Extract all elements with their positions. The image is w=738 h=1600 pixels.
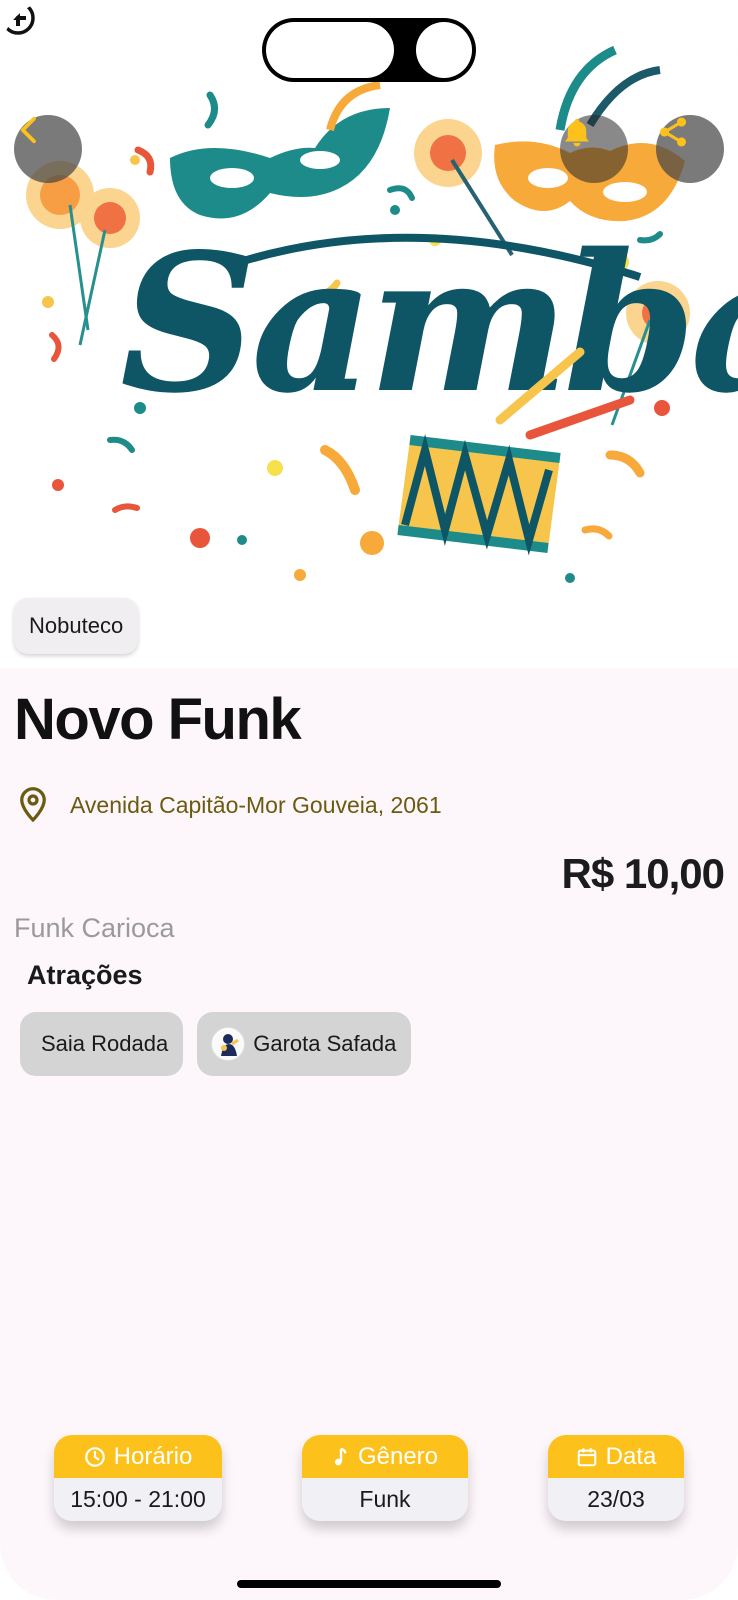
clock-icon xyxy=(84,1446,105,1467)
attraction-name: Garota Safada xyxy=(253,1031,397,1056)
attraction-chip[interactable]: Saia Rodada xyxy=(20,1012,184,1076)
plus-circle-icon[interactable] xyxy=(0,0,36,36)
genre-card: Gênero Funk xyxy=(302,1435,468,1521)
genre-value: Funk xyxy=(359,1486,411,1512)
time-value: 15:00 - 21:00 xyxy=(70,1486,206,1512)
genre-label: Gênero xyxy=(357,1442,439,1470)
time-card: Horário 15:00 - 21:00 xyxy=(54,1435,222,1521)
time-label: Horário xyxy=(113,1442,193,1470)
music-note-icon xyxy=(334,1447,347,1465)
map-pin-icon xyxy=(20,787,46,823)
share-icon xyxy=(659,117,687,147)
time-card-header: Horário xyxy=(54,1435,222,1478)
attraction-chip[interactable]: Garota Safada xyxy=(197,1012,412,1076)
event-banner: Samba xyxy=(0,0,738,668)
home-indicator[interactable] xyxy=(237,1580,501,1588)
event-title: Novo Funk xyxy=(14,687,302,752)
date-card-header: Data xyxy=(548,1435,684,1478)
event-details-screen: Samba xyxy=(0,0,738,1600)
event-genre: Funk Carioca xyxy=(14,913,175,943)
address-text: Avenida Capitão-Mor Gouveia, 2061 xyxy=(70,791,442,818)
date-card: Data 23/03 xyxy=(548,1435,684,1521)
date-value: 23/03 xyxy=(587,1486,645,1512)
notify-button[interactable] xyxy=(560,115,628,183)
back-button[interactable] xyxy=(14,115,82,183)
camera-island xyxy=(262,18,476,82)
calendar-icon xyxy=(577,1447,596,1466)
genre-card-header: Gênero xyxy=(302,1435,468,1478)
samba-illustration: Samba xyxy=(26,45,738,583)
share-button[interactable] xyxy=(656,115,724,183)
bell-icon xyxy=(564,118,590,147)
avatar xyxy=(211,1027,246,1061)
address-row[interactable]: Avenida Capitão-Mor Gouveia, 2061 xyxy=(18,786,442,824)
chevron-left-icon xyxy=(20,116,36,144)
venue-name: Nobuteco xyxy=(29,613,124,638)
attractions-title: Atrações xyxy=(27,960,143,990)
attractions-list: Saia Rodada Garota Safada xyxy=(20,1012,412,1076)
event-price: R$ 10,00 xyxy=(561,850,725,897)
svg-text:Samba: Samba xyxy=(120,212,738,435)
venue-chip[interactable]: Nobuteco xyxy=(14,598,139,654)
attraction-name: Saia Rodada xyxy=(41,1031,169,1056)
date-label: Data xyxy=(605,1442,657,1470)
